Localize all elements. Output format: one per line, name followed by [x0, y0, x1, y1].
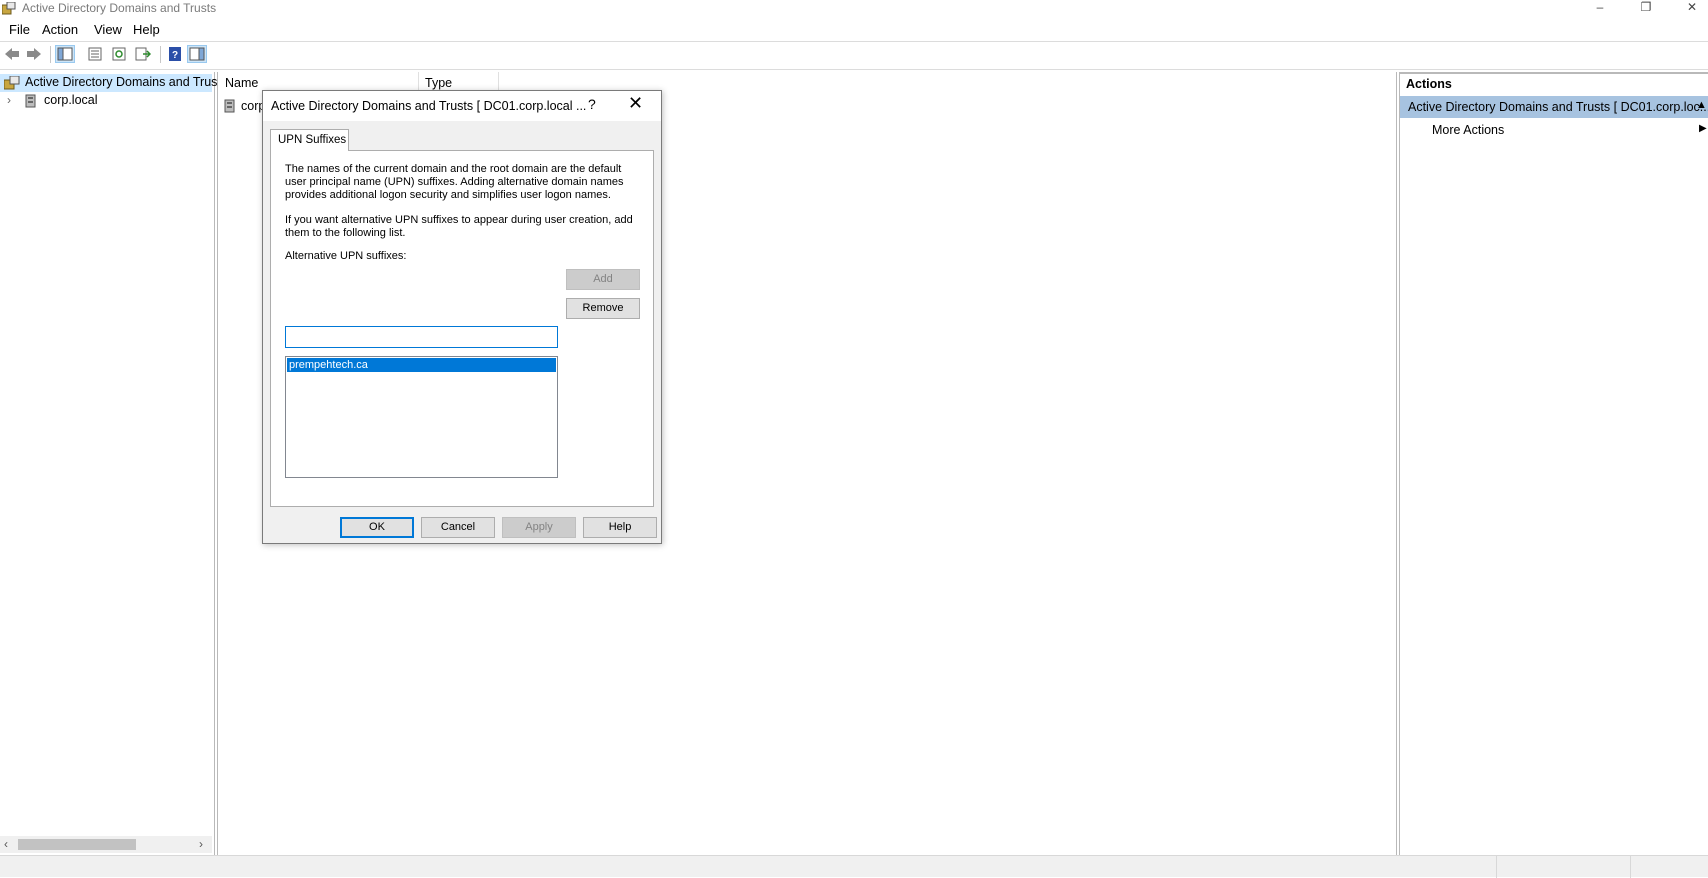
- column-divider[interactable]: [418, 72, 419, 92]
- tree-item-corp-local[interactable]: › corp.local: [0, 92, 212, 110]
- menu-view[interactable]: View: [94, 22, 122, 37]
- chevron-right-icon[interactable]: ›: [7, 93, 11, 107]
- help-icon[interactable]: ?: [165, 45, 185, 63]
- back-icon[interactable]: [2, 45, 22, 63]
- show-hide-action-pane-icon[interactable]: [187, 45, 207, 63]
- restore-button[interactable]: ❐: [1623, 0, 1669, 16]
- suffix-list[interactable]: prempehtech.ca: [285, 356, 558, 478]
- status-divider: [1630, 856, 1631, 878]
- more-actions-label: More Actions: [1432, 123, 1505, 137]
- actions-title: Actions: [1406, 77, 1452, 91]
- upn-suffix-input[interactable]: [285, 326, 558, 348]
- export-list-icon[interactable]: [133, 45, 153, 63]
- dialog-title-bar: Active Directory Domains and Trusts [ DC…: [263, 91, 661, 121]
- properties-icon[interactable]: [85, 45, 105, 63]
- actions-section-label: Active Directory Domains and Trusts [ DC…: [1408, 100, 1708, 114]
- tree-horizontal-scrollbar[interactable]: ‹ ›: [0, 836, 212, 853]
- status-divider: [1496, 856, 1497, 878]
- tab-upn-suffixes[interactable]: UPN Suffixes: [270, 129, 349, 151]
- menu-file[interactable]: File: [9, 22, 30, 37]
- svg-text:?: ?: [172, 50, 178, 61]
- title-bar: Active Directory Domains and Trusts – ❐ …: [0, 0, 1708, 18]
- menu-bar: File Action View Help: [0, 20, 1708, 40]
- cancel-button[interactable]: Cancel: [421, 517, 495, 538]
- toolbar: ?: [0, 41, 1708, 70]
- column-header-type[interactable]: Type: [425, 76, 452, 90]
- show-hide-tree-icon[interactable]: [55, 45, 75, 63]
- description-text: The names of the current domain and the …: [285, 163, 624, 201]
- ok-button[interactable]: OK: [340, 517, 414, 538]
- actions-pane: Actions Active Directory Domains and Tru…: [1399, 72, 1708, 855]
- status-bar: [0, 855, 1708, 878]
- domains-trusts-icon: [4, 76, 20, 90]
- scrollbar-thumb[interactable]: [18, 839, 136, 850]
- submenu-arrow-icon: ▶: [1699, 123, 1707, 134]
- more-actions-item[interactable]: More Actions ▶: [1400, 120, 1708, 140]
- domain-icon: [224, 99, 235, 113]
- column-divider[interactable]: [498, 72, 499, 92]
- add-button[interactable]: Add: [566, 269, 640, 290]
- dialog-close-icon[interactable]: ✕: [628, 93, 643, 114]
- menu-action[interactable]: Action: [42, 22, 78, 37]
- dialog-title: Active Directory Domains and Trusts [ DC…: [271, 99, 587, 113]
- scroll-right-icon[interactable]: ›: [199, 837, 203, 851]
- tree-root-label: Active Directory Domains and Trusts: [25, 75, 228, 89]
- close-window-button[interactable]: ✕: [1669, 0, 1708, 16]
- tree-item-root[interactable]: Active Directory Domains and Trusts: [0, 74, 227, 92]
- list-item[interactable]: prempehtech.ca: [287, 358, 556, 372]
- tree-child-label: corp.local: [44, 93, 98, 107]
- forward-icon[interactable]: [24, 45, 44, 63]
- minimize-button[interactable]: –: [1577, 0, 1623, 16]
- instruction-text: If you want alternative UPN suffixes to …: [285, 214, 633, 239]
- scroll-left-icon[interactable]: ‹: [4, 837, 8, 851]
- tab-label: UPN Suffixes: [278, 134, 347, 146]
- actions-header: Actions: [1400, 72, 1708, 94]
- help-button[interactable]: Help: [583, 517, 657, 538]
- tab-panel: The names of the current domain and the …: [270, 150, 654, 507]
- suffix-field-label: Alternative UPN suffixes:: [285, 250, 407, 262]
- column-header-name[interactable]: Name: [225, 76, 258, 90]
- ad-domains-app-icon: [2, 2, 16, 15]
- window-title: Active Directory Domains and Trusts: [22, 1, 217, 15]
- remove-button[interactable]: Remove: [566, 298, 640, 319]
- domain-icon: [25, 94, 36, 108]
- dialog-help-icon[interactable]: ?: [588, 96, 596, 112]
- console-tree: Active Directory Domains and Trusts › co…: [0, 72, 227, 855]
- refresh-icon[interactable]: [109, 45, 129, 63]
- menu-help[interactable]: Help: [133, 22, 160, 37]
- collapse-up-icon[interactable]: ▲: [1696, 99, 1707, 111]
- apply-button[interactable]: Apply: [502, 517, 576, 538]
- upn-suffixes-dialog: Active Directory Domains and Trusts [ DC…: [262, 90, 662, 544]
- toolbar-separator: [50, 46, 51, 63]
- actions-section-header[interactable]: Active Directory Domains and Trusts [ DC…: [1400, 96, 1708, 118]
- toolbar-separator: [160, 46, 161, 63]
